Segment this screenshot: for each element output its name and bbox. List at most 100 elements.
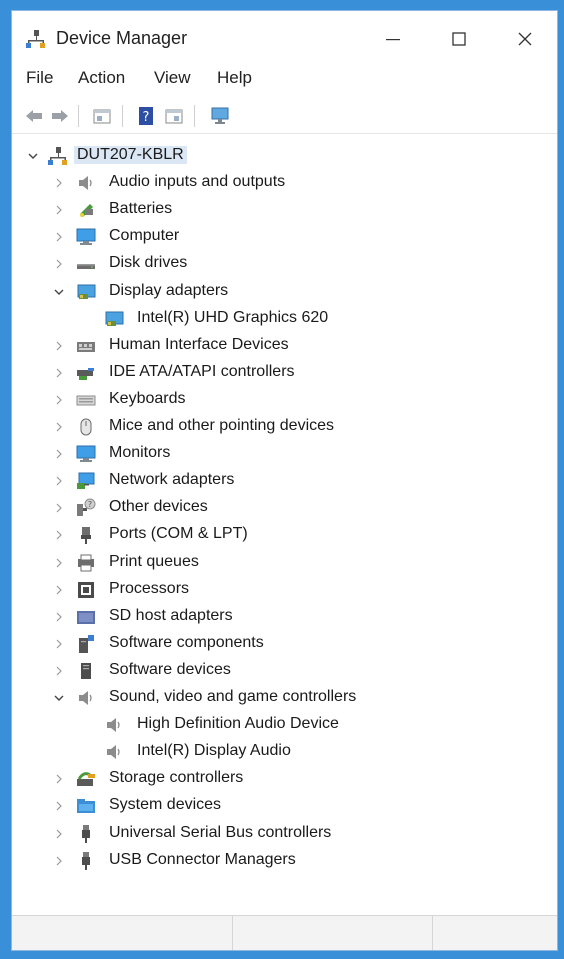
chevron-right-icon bbox=[56, 476, 62, 486]
tree-category[interactable]: ? Other devices bbox=[52, 495, 552, 521]
tree-category-label: Storage controllers bbox=[109, 769, 244, 787]
properties-sheet-icon[interactable] bbox=[92, 106, 112, 126]
tree-category[interactable]: Display adapters bbox=[52, 279, 552, 305]
tree-category-label: Ports (COM & LPT) bbox=[109, 525, 248, 543]
speaker-icon bbox=[107, 745, 120, 760]
help-icon[interactable]: ? bbox=[136, 106, 156, 126]
tree-category[interactable]: Mice and other pointing devices bbox=[52, 414, 552, 440]
tree-category[interactable]: Network adapters bbox=[52, 468, 552, 494]
chevron-right-icon bbox=[56, 639, 62, 649]
tree-category-toggle[interactable] bbox=[52, 499, 66, 517]
tree-category-toggle[interactable] bbox=[52, 445, 66, 463]
minimize-icon bbox=[386, 39, 400, 41]
tree-category[interactable]: Disk drives bbox=[52, 251, 552, 277]
tree-category[interactable]: IDE ATA/ATAPI controllers bbox=[52, 360, 552, 386]
tree-category-label: Computer bbox=[109, 227, 180, 245]
tree-category-toggle[interactable] bbox=[52, 337, 66, 355]
tree-category-toggle[interactable] bbox=[52, 255, 66, 273]
svg-text:?: ? bbox=[143, 110, 150, 125]
tree-category-label: SD host adapters bbox=[109, 606, 233, 624]
tree-category[interactable]: Batteries bbox=[52, 197, 552, 223]
tree-category[interactable]: Universal Serial Bus controllers bbox=[52, 821, 552, 847]
tree-category-toggle[interactable] bbox=[52, 635, 66, 653]
tree-category-toggle[interactable] bbox=[52, 662, 66, 680]
tree-root-toggle[interactable] bbox=[26, 147, 40, 165]
speaker-icon bbox=[107, 718, 120, 733]
tree-category-toggle[interactable] bbox=[52, 391, 66, 409]
close-button[interactable] bbox=[502, 19, 548, 59]
tree-category[interactable]: USB Connector Managers bbox=[52, 848, 552, 874]
tree-category-label: Sound, video and game controllers bbox=[109, 688, 357, 705]
window-title: Device Manager bbox=[56, 28, 188, 48]
tree-category-toggle[interactable] bbox=[52, 554, 66, 572]
tree-device[interactable]: Intel(R) Display Audio bbox=[52, 739, 552, 765]
minimize-button[interactable] bbox=[370, 19, 416, 59]
tree-category-toggle[interactable] bbox=[52, 228, 66, 246]
chevron-right-icon bbox=[56, 774, 62, 784]
tree-category[interactable]: Monitors bbox=[52, 441, 552, 467]
monitor-icon bbox=[76, 445, 96, 463]
maximize-button[interactable] bbox=[436, 19, 482, 59]
tree-category-toggle[interactable] bbox=[52, 201, 66, 219]
tree-category[interactable]: Print queues bbox=[52, 550, 552, 576]
close-icon bbox=[518, 32, 532, 46]
tree-root[interactable]: DUT207-KBLR bbox=[26, 143, 546, 169]
tree-category-label: Batteries bbox=[109, 200, 173, 218]
tree-category[interactable]: Audio inputs and outputs bbox=[52, 170, 552, 196]
monitor-scan-icon[interactable] bbox=[210, 106, 230, 126]
tree-device[interactable]: Intel(R) UHD Graphics 620 bbox=[52, 306, 552, 332]
tree-category-toggle[interactable] bbox=[52, 770, 66, 788]
view-icon[interactable] bbox=[164, 106, 184, 126]
tree-category-toggle[interactable] bbox=[52, 283, 66, 301]
tree-category-toggle[interactable] bbox=[52, 608, 66, 626]
chevron-right-icon bbox=[56, 341, 62, 351]
tree-device-label: Intel(R) UHD Graphics 620 bbox=[137, 308, 329, 326]
tree-category-toggle[interactable] bbox=[52, 364, 66, 382]
menu-view[interactable]: View bbox=[154, 68, 191, 88]
tree-category[interactable]: System devices bbox=[52, 793, 552, 819]
tree-device-label: Intel(R) Display Audio bbox=[137, 742, 291, 760]
tree-category-toggle[interactable] bbox=[52, 581, 66, 599]
device-manager-icon bbox=[26, 30, 45, 48]
tree-category[interactable]: SD host adapters bbox=[52, 604, 552, 630]
tree-category-toggle[interactable] bbox=[52, 797, 66, 815]
network-adapter-icon bbox=[77, 472, 95, 490]
tree-category-label: System devices bbox=[109, 796, 222, 814]
tree-category-toggle[interactable] bbox=[52, 689, 66, 707]
chevron-right-icon bbox=[56, 368, 62, 378]
tree-category-toggle[interactable] bbox=[52, 472, 66, 490]
tree-category-toggle[interactable] bbox=[52, 418, 66, 436]
tree-category-toggle[interactable] bbox=[52, 825, 66, 843]
tree-category-toggle[interactable] bbox=[52, 852, 66, 870]
tree-category[interactable]: Software devices bbox=[52, 658, 552, 684]
menu-file[interactable]: File bbox=[26, 68, 53, 88]
tree-category[interactable]: Keyboards bbox=[52, 387, 552, 413]
tree-category[interactable]: Human Interface Devices bbox=[52, 333, 552, 359]
tree-category-label: USB Connector Managers bbox=[109, 850, 296, 868]
back-arrow-icon[interactable] bbox=[24, 106, 44, 126]
tree-device[interactable]: High Definition Audio Device bbox=[52, 712, 552, 738]
title-bar[interactable]: Device Manager bbox=[12, 11, 557, 63]
tree-category-label: Universal Serial Bus controllers bbox=[109, 823, 332, 841]
chevron-right-icon bbox=[56, 612, 62, 622]
chevron-right-icon bbox=[56, 395, 62, 405]
keyboard-icon bbox=[76, 395, 96, 406]
tree-category-label: Display adapters bbox=[109, 281, 229, 299]
tree-category[interactable]: Processors bbox=[52, 577, 552, 603]
tree-category[interactable]: Software components bbox=[52, 631, 552, 657]
chevron-right-icon bbox=[56, 530, 62, 540]
system-folder-icon bbox=[77, 799, 95, 814]
tree-category-toggle[interactable] bbox=[52, 174, 66, 192]
tree-category[interactable]: Sound, video and game controllers bbox=[52, 685, 552, 711]
menu-help[interactable]: Help bbox=[217, 68, 252, 88]
chevron-right-icon bbox=[56, 585, 62, 595]
port-icon bbox=[81, 527, 91, 545]
menu-bar: File Action View Help bbox=[12, 65, 557, 93]
display-adapter-icon bbox=[105, 311, 124, 326]
tree-category-toggle[interactable] bbox=[52, 526, 66, 544]
tree-category[interactable]: Computer bbox=[52, 224, 552, 250]
tree-category[interactable]: Storage controllers bbox=[52, 766, 552, 792]
forward-arrow-icon[interactable] bbox=[50, 106, 70, 126]
tree-category[interactable]: Ports (COM & LPT) bbox=[52, 522, 552, 548]
menu-action[interactable]: Action bbox=[78, 68, 125, 88]
